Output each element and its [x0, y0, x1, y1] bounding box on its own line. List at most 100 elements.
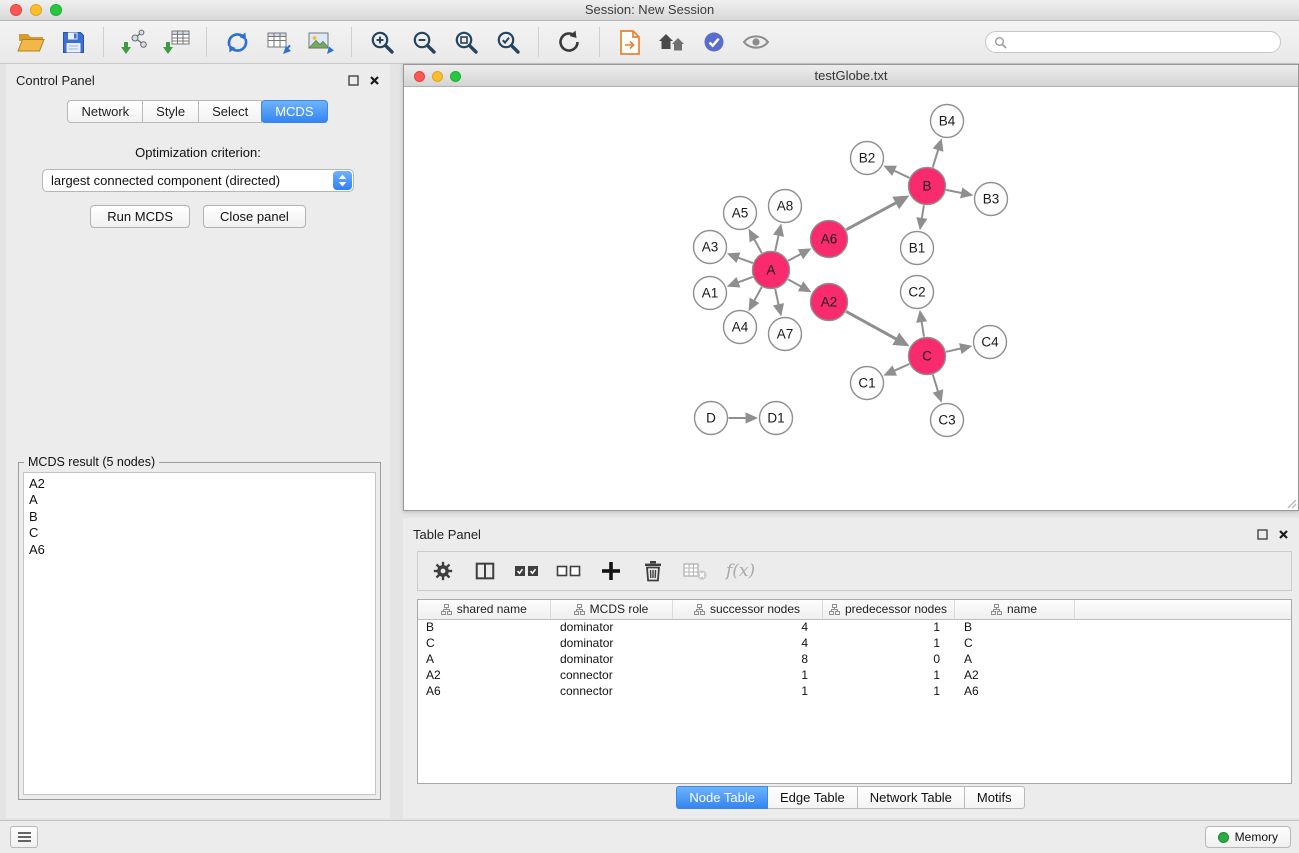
tab-network-table[interactable]: Network Table: [857, 786, 965, 809]
close-panel-icon[interactable]: [369, 75, 380, 86]
table-row[interactable]: A6connector11A6: [418, 683, 1291, 699]
graph-node-B4[interactable]: B4: [931, 105, 964, 138]
table-cell[interactable]: dominator: [550, 651, 672, 667]
graph-node-C4[interactable]: C4: [974, 326, 1007, 359]
zoom-in-button[interactable]: [361, 25, 403, 59]
table-settings-button[interactable]: [430, 558, 456, 584]
graph-edge-A-A1[interactable]: [738, 277, 753, 283]
table-cell[interactable]: dominator: [550, 619, 672, 635]
float-panel-icon[interactable]: [1257, 529, 1268, 540]
save-session-button[interactable]: [52, 25, 94, 59]
table-cell[interactable]: 4: [672, 635, 822, 651]
graph-edge-B-B3[interactable]: [946, 190, 962, 193]
close-panel-icon[interactable]: [1278, 529, 1289, 540]
table-row[interactable]: A2connector11A2: [418, 667, 1291, 683]
graph-edge-C-C1[interactable]: [894, 364, 909, 371]
network-window-titlebar[interactable]: testGlobe.txt: [404, 65, 1298, 87]
search-input[interactable]: [1012, 35, 1272, 49]
search-box[interactable]: [985, 31, 1281, 53]
delete-table-button[interactable]: [682, 558, 708, 584]
table-cell[interactable]: A2: [954, 667, 1074, 683]
column-header-name[interactable]: name: [954, 600, 1074, 619]
graph-node-D[interactable]: D: [695, 402, 728, 435]
table-cell[interactable]: C: [418, 635, 550, 651]
import-table-button[interactable]: [155, 25, 197, 59]
network-graph[interactable]: B4B2BB3A5A8A6B1A3AC2A1A2A4A7C4CC1DD1C3: [404, 88, 1298, 510]
table-cell[interactable]: 1: [822, 619, 954, 635]
new-table-button[interactable]: [258, 25, 300, 59]
table-cell[interactable]: connector: [550, 667, 672, 683]
graph-node-A7[interactable]: A7: [769, 318, 802, 351]
table-cell[interactable]: 1: [822, 667, 954, 683]
table-cell[interactable]: B: [418, 619, 550, 635]
network-close-button[interactable]: [414, 71, 425, 82]
graph-node-A5[interactable]: A5: [724, 197, 757, 230]
graph-edge-A-A3[interactable]: [738, 257, 753, 263]
criterion-dropdown[interactable]: largest connected component (directed): [42, 169, 354, 192]
deselect-all-button[interactable]: [556, 558, 582, 584]
select-all-button[interactable]: [514, 558, 540, 584]
visual-style-button[interactable]: [693, 25, 735, 59]
mcds-result-item[interactable]: A2: [29, 476, 370, 492]
delete-row-button[interactable]: [640, 558, 666, 584]
task-history-button[interactable]: [10, 826, 38, 848]
graph-edge-C-C3[interactable]: [933, 375, 938, 392]
table-cell[interactable]: C: [954, 635, 1074, 651]
add-row-button[interactable]: [598, 558, 624, 584]
table-cell[interactable]: A: [418, 651, 550, 667]
documentation-button[interactable]: [609, 25, 651, 59]
graph-node-B2[interactable]: B2: [851, 142, 884, 175]
run-mcds-button[interactable]: Run MCDS: [90, 205, 190, 228]
zoom-out-button[interactable]: [403, 25, 445, 59]
graph-edge-A-A7[interactable]: [775, 289, 779, 305]
table-cell[interactable]: B: [954, 619, 1074, 635]
graph-edge-A6-B[interactable]: [846, 203, 896, 230]
graph-edge-B-B2[interactable]: [894, 170, 910, 177]
graph-node-A[interactable]: A: [753, 252, 790, 289]
graph-node-A3[interactable]: A3: [694, 231, 727, 264]
graph-node-A6[interactable]: A6: [811, 221, 848, 258]
show-columns-button[interactable]: [472, 558, 498, 584]
graph-edge-A-A8[interactable]: [775, 235, 779, 251]
close-window-button[interactable]: [10, 4, 22, 16]
network-zoom-button[interactable]: [450, 71, 461, 82]
mcds-result-item[interactable]: B: [29, 509, 370, 525]
graph-node-B[interactable]: B: [909, 168, 946, 205]
table-cell[interactable]: 1: [822, 683, 954, 699]
graph-edge-A-A5[interactable]: [754, 239, 762, 253]
new-network-button[interactable]: [216, 25, 258, 59]
table-row[interactable]: Bdominator41B: [418, 619, 1291, 635]
graph-node-A1[interactable]: A1: [694, 277, 727, 310]
graph-node-C[interactable]: C: [909, 338, 946, 375]
close-panel-button[interactable]: Close panel: [203, 205, 306, 228]
export-image-button[interactable]: [300, 25, 342, 59]
graph-edge-A-A6[interactable]: [788, 254, 801, 261]
open-session-button[interactable]: [10, 25, 52, 59]
table-cell[interactable]: 0: [822, 651, 954, 667]
column-header-predecessor-nodes[interactable]: predecessor nodes: [822, 600, 954, 619]
table-cell[interactable]: A: [954, 651, 1074, 667]
graph-node-C2[interactable]: C2: [901, 276, 934, 309]
graph-edge-B-B1[interactable]: [922, 205, 924, 219]
zoom-window-button[interactable]: [50, 4, 62, 16]
table-cell[interactable]: 1: [822, 635, 954, 651]
graph-edge-A2-C[interactable]: [846, 311, 897, 339]
tab-edge-table[interactable]: Edge Table: [767, 786, 858, 809]
tab-motifs[interactable]: Motifs: [964, 786, 1025, 809]
graph-node-C1[interactable]: C1: [851, 367, 884, 400]
graph-edge-A-A2[interactable]: [788, 279, 801, 286]
tab-select[interactable]: Select: [198, 100, 262, 123]
network-minimize-button[interactable]: [432, 71, 443, 82]
graph-edge-C-C2[interactable]: [922, 321, 925, 337]
graph-node-B1[interactable]: B1: [901, 232, 934, 265]
column-header-shared-name[interactable]: shared name: [418, 600, 550, 619]
mcds-result-item[interactable]: A6: [29, 542, 370, 558]
mcds-result-item[interactable]: C: [29, 525, 370, 541]
table-cell[interactable]: 1: [672, 683, 822, 699]
table-row[interactable]: Adominator80A: [418, 651, 1291, 667]
graph-node-A2[interactable]: A2: [811, 284, 848, 321]
function-builder-button[interactable]: f(x): [726, 561, 755, 581]
column-header-mcds-role[interactable]: MCDS role: [550, 600, 672, 619]
table-cell[interactable]: 1: [672, 667, 822, 683]
memory-button[interactable]: Memory: [1205, 826, 1291, 848]
